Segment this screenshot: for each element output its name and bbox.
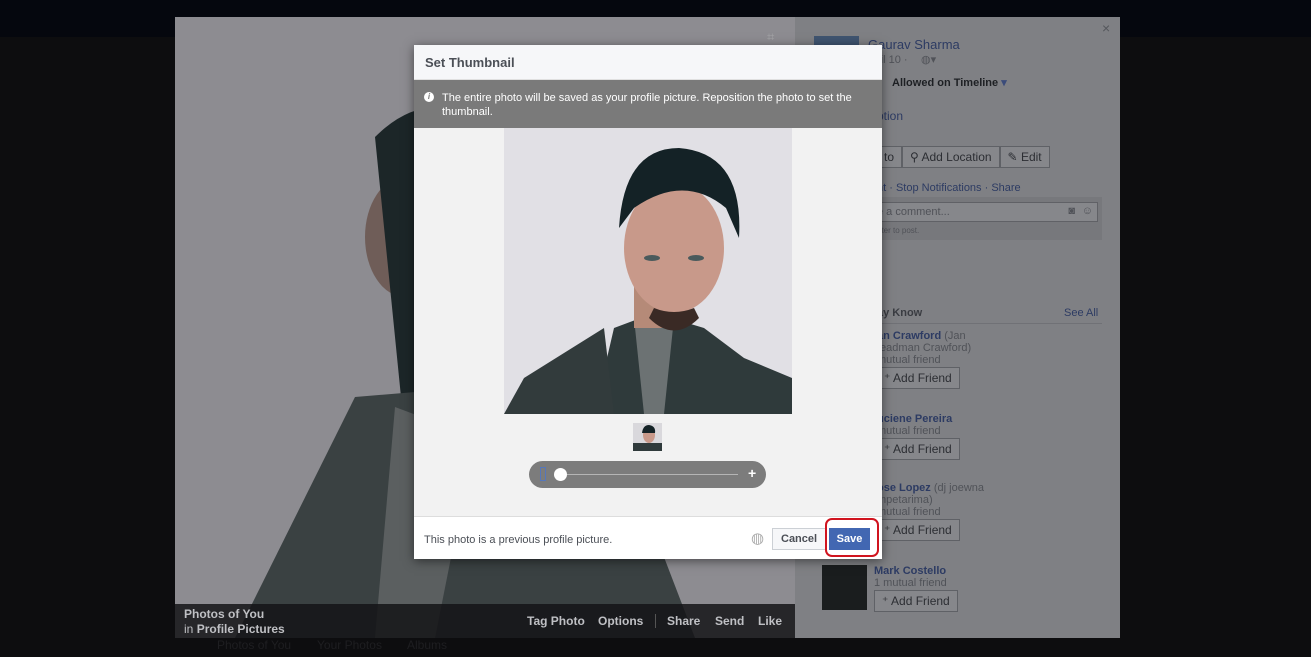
dialog-title: Set Thumbnail [425,55,515,70]
see-all-link[interactable]: See All [1064,307,1098,319]
emoji-icon[interactable]: ☺ [1082,205,1093,217]
comment-hint: nter to post. [877,226,920,235]
tab-albums[interactable]: Albums [407,638,447,652]
friend-avatar[interactable] [822,565,867,610]
photo-action-bar: Photos of You in Profile Pictures Tag Ph… [175,604,795,638]
options-link[interactable]: Options [598,614,643,628]
cancel-button[interactable]: Cancel [772,528,827,550]
dialog-footer: This photo is a previous profile picture… [414,516,882,559]
info-icon: i [424,92,434,102]
slider-handle[interactable] [554,468,568,481]
zoom-out-icon[interactable] [540,467,546,481]
list-item: an Crawford (Jan teadman Crawford) mutua… [877,330,971,389]
info-banner: i The entire photo will be saved as your… [414,80,882,128]
set-thumbnail-dialog: Set Thumbnail i The entire photo will be… [414,45,882,559]
globe-icon[interactable]: ◍ [751,529,764,547]
bottom-tabs: Photos of You Your Photos Albums [175,638,795,657]
zoom-in-icon[interactable]: + [748,465,756,481]
album-title[interactable]: Photos of You [184,607,264,621]
thumbnail-crop-area[interactable] [504,128,792,414]
send-link[interactable]: Send [715,614,744,628]
list-item: ose Lopez (dj joewna mpetarima) mutual f… [877,482,984,541]
add-friend-button[interactable]: ⁺ Add Friend [877,519,960,541]
pymk-title: ay Know [877,307,923,319]
close-icon[interactable]: × [1102,20,1110,36]
tab-photos-of-you[interactable]: Photos of You [217,638,291,652]
add-friend-button[interactable]: ⁺ Add Friend [877,438,960,460]
add-location-button[interactable]: ⚲ Add Location [902,146,1000,168]
globe-icon[interactable]: ◍▾ [921,53,936,66]
profile-photo [504,148,792,414]
slider-track[interactable] [556,474,738,475]
timeline-status[interactable]: Allowed on Timeline ▾ [892,76,1007,89]
like-link[interactable]: Like [758,614,782,628]
save-button[interactable]: Save [829,528,870,550]
album-link[interactable]: Profile Pictures [197,622,285,636]
list-item: Mark Costello 1 mutual friend ⁺ Add Frie… [874,565,958,612]
add-friend-button[interactable]: ⁺ Add Friend [877,367,960,389]
camera-icon[interactable]: ◙ [1068,205,1075,217]
share-link[interactable]: Share [667,614,700,628]
thumbnail-preview [633,423,662,451]
edit-button[interactable]: ✎ Edit [999,146,1050,168]
list-item: uciene Pereira mutual friend ⁺ Add Frien… [877,413,960,460]
info-text: The entire photo will be saved as your p… [442,92,852,118]
dialog-header: Set Thumbnail [414,45,882,80]
in-label: in [184,622,194,636]
footer-text: This photo is a previous profile picture… [424,534,613,546]
zoom-slider[interactable]: + [529,461,766,488]
comment-input[interactable]: e a comment... ◙ ☺ [877,202,1098,222]
tag-photo-link[interactable]: Tag Photo [527,614,585,628]
tab-your-photos[interactable]: Your Photos [317,638,382,652]
post-actions[interactable]: nt · Stop Notifications · Share [877,182,1021,194]
add-friend-button[interactable]: ⁺ Add Friend [874,590,958,612]
tag-icon[interactable]: ⌗ [767,29,774,45]
